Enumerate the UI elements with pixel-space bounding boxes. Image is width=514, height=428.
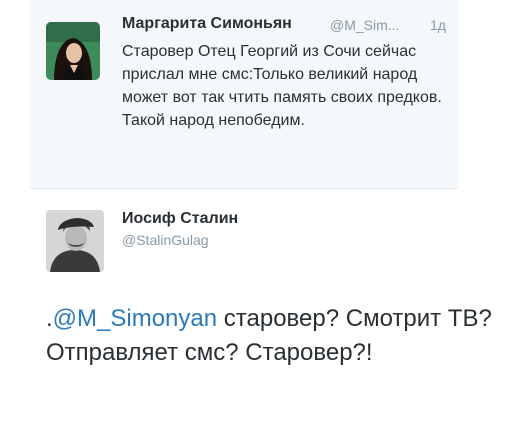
author-photo: [46, 22, 100, 80]
avatar[interactable]: [46, 210, 104, 272]
avatar[interactable]: [46, 22, 100, 80]
tweet-text: .@M_Simonyan старовер? Смотрит ТВ? Отпра…: [46, 302, 506, 370]
author-name[interactable]: Маргарита Симоньян: [122, 15, 292, 33]
author-handle[interactable]: @M_Sim...: [330, 17, 399, 33]
tweet-text: Старовер Отец Георгий из Сочи сейчас при…: [122, 43, 442, 129]
author-name[interactable]: Иосиф Сталин: [122, 210, 238, 228]
author-handle[interactable]: @StalinGulag: [122, 232, 209, 248]
mention-link[interactable]: @M_Simonyan: [53, 305, 217, 332]
text-prefix: .: [46, 305, 53, 332]
author-photo: [46, 210, 104, 272]
timestamp[interactable]: 1д: [430, 17, 446, 33]
reply-context-tweet[interactable]: Маргарита Симоньян @M_Sim... 1д Старовер…: [30, 0, 458, 189]
